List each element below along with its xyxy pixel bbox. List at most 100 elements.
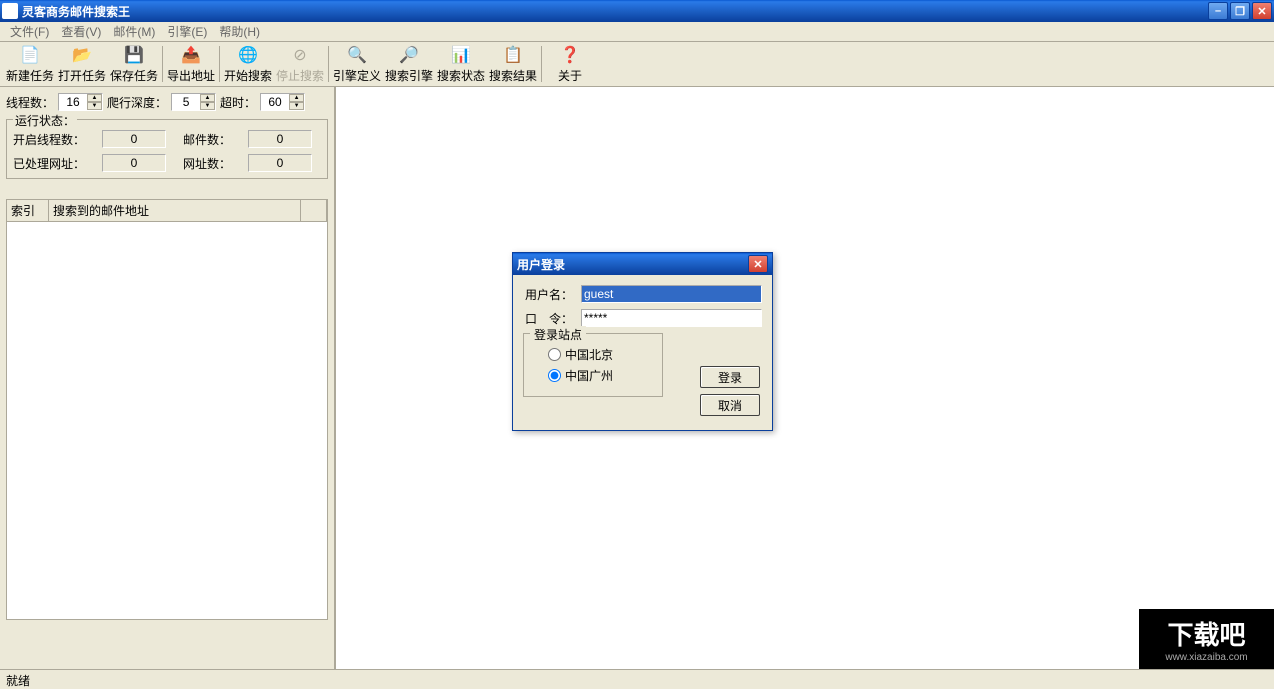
stop-search-label: 停止搜索 [276, 67, 324, 84]
toolbar: 📄 新建任务 📂 打开任务 💾 保存任务 📤 导出地址 🌐 开始搜索 ⊘ 停止搜… [0, 42, 1274, 87]
save-task-label: 保存任务 [110, 67, 158, 84]
timeout-label: 超时： [220, 94, 256, 111]
menu-mail[interactable]: 邮件(M) [107, 21, 161, 42]
save-task-button[interactable]: 💾 保存任务 [108, 43, 160, 85]
site-guangzhou-radio[interactable] [548, 369, 561, 382]
about-label: 关于 [558, 67, 582, 84]
help-icon: ❓ [560, 45, 580, 65]
stop-search-button: ⊘ 停止搜索 [274, 43, 326, 85]
search-status-label: 搜索状态 [437, 67, 485, 84]
threads-input[interactable]: ▲▼ [58, 93, 103, 111]
left-panel: 线程数： ▲▼ 爬行深度： ▲▼ 超时： ▲▼ 运行状态： 开启线程数： 0 邮… [0, 87, 336, 669]
col-extra[interactable] [301, 200, 327, 221]
timeout-input[interactable]: ▲▼ [260, 93, 305, 111]
new-task-label: 新建任务 [6, 67, 54, 84]
status-group: 运行状态： 开启线程数： 0 邮件数： 0 已处理网址： 0 网址数： 0 [6, 119, 328, 179]
cancel-button[interactable]: 取消 [700, 394, 760, 416]
app-icon [2, 3, 18, 19]
status-title: 运行状态： [13, 112, 77, 129]
spin-up-icon[interactable]: ▲ [200, 94, 215, 102]
search-result-button[interactable]: 📋 搜索结果 [487, 43, 539, 85]
watermark-sub: www.xiazaiba.com [1165, 652, 1247, 663]
depth-input[interactable]: ▲▼ [171, 93, 216, 111]
export-icon: 📤 [181, 45, 201, 65]
globe-icon: 🌐 [238, 45, 258, 65]
start-search-button[interactable]: 🌐 开始搜索 [222, 43, 274, 85]
threads-field[interactable] [59, 94, 87, 110]
open-task-icon: 📂 [72, 45, 92, 65]
spin-down-icon[interactable]: ▼ [200, 102, 215, 110]
dialog-close-button[interactable]: ✕ [748, 255, 768, 273]
menu-file[interactable]: 文件(F) [4, 21, 55, 42]
open-task-label: 打开任务 [58, 67, 106, 84]
mail-count-label: 邮件数： [183, 131, 240, 148]
about-button[interactable]: ❓ 关于 [544, 43, 596, 85]
stop-icon: ⊘ [290, 45, 310, 65]
engine-def-button[interactable]: 🔍 引擎定义 [331, 43, 383, 85]
search-engine-button[interactable]: 🔎 搜索引擎 [383, 43, 435, 85]
menu-view[interactable]: 查看(V) [55, 21, 107, 42]
watermark: 下载吧 www.xiazaiba.com [1139, 609, 1274, 669]
search-result-label: 搜索结果 [489, 67, 537, 84]
engine-def-icon: 🔍 [347, 45, 367, 65]
window-title: 灵客商务邮件搜索王 [22, 3, 1208, 20]
export-addr-button[interactable]: 📤 导出地址 [165, 43, 217, 85]
toolbar-separator [162, 46, 163, 82]
minimize-button[interactable]: – [1208, 2, 1228, 20]
list-header: 索引 搜索到的邮件地址 [6, 199, 328, 222]
status-icon: 📊 [451, 45, 471, 65]
login-site-group: 登录站点 中国北京 中国广州 [523, 333, 663, 397]
result-icon: 📋 [503, 45, 523, 65]
new-task-button[interactable]: 📄 新建任务 [4, 43, 56, 85]
url-count-value: 0 [248, 154, 312, 172]
list-body[interactable] [6, 222, 328, 620]
maximize-button[interactable]: ❐ [1230, 2, 1250, 20]
open-task-button[interactable]: 📂 打开任务 [56, 43, 108, 85]
login-dialog: 用户登录 ✕ 用户名： 口 令： 登录站点 中国北京 中国广州 登录 取消 [512, 252, 773, 431]
start-search-label: 开始搜索 [224, 67, 272, 84]
toolbar-separator [328, 46, 329, 82]
status-text: 就绪 [6, 674, 30, 688]
main-content [336, 87, 1274, 669]
timeout-field[interactable] [261, 94, 289, 110]
search-engine-label: 搜索引擎 [385, 67, 433, 84]
password-input[interactable] [581, 309, 762, 327]
main-titlebar: 灵客商务邮件搜索王 – ❐ ✕ [0, 0, 1274, 22]
site-legend: 登录站点 [530, 326, 586, 343]
toolbar-separator [219, 46, 220, 82]
menubar: 文件(F) 查看(V) 邮件(M) 引擎(E) 帮助(H) [0, 22, 1274, 42]
engine-def-label: 引擎定义 [333, 67, 381, 84]
search-engine-icon: 🔎 [399, 45, 419, 65]
spin-down-icon[interactable]: ▼ [87, 102, 102, 110]
new-task-icon: 📄 [20, 45, 40, 65]
statusbar: 就绪 [0, 669, 1274, 687]
spin-down-icon[interactable]: ▼ [289, 102, 304, 110]
login-button[interactable]: 登录 [700, 366, 760, 388]
processed-value: 0 [102, 154, 166, 172]
dialog-title: 用户登录 [517, 256, 748, 273]
site-beijing-label: 中国北京 [565, 346, 613, 363]
depth-label: 爬行深度： [107, 94, 167, 111]
depth-field[interactable] [172, 94, 200, 110]
username-label: 用户名： [523, 286, 573, 303]
site-beijing-radio[interactable] [548, 348, 561, 361]
spin-up-icon[interactable]: ▲ [289, 94, 304, 102]
open-threads-value: 0 [102, 130, 166, 148]
search-status-button[interactable]: 📊 搜索状态 [435, 43, 487, 85]
menu-engine[interactable]: 引擎(E) [161, 21, 213, 42]
close-button[interactable]: ✕ [1252, 2, 1272, 20]
username-input[interactable] [581, 285, 762, 303]
mail-count-value: 0 [248, 130, 312, 148]
password-label: 口 令： [523, 310, 573, 327]
spin-up-icon[interactable]: ▲ [87, 94, 102, 102]
site-guangzhou-label: 中国广州 [565, 367, 613, 384]
export-addr-label: 导出地址 [167, 67, 215, 84]
col-index[interactable]: 索引 [7, 200, 49, 221]
processed-label: 已处理网址： [13, 155, 94, 172]
col-addr[interactable]: 搜索到的邮件地址 [49, 200, 301, 221]
open-threads-label: 开启线程数： [13, 131, 94, 148]
dialog-titlebar[interactable]: 用户登录 ✕ [513, 253, 772, 275]
menu-help[interactable]: 帮助(H) [213, 21, 266, 42]
url-count-label: 网址数： [183, 155, 240, 172]
threads-label: 线程数： [6, 94, 54, 111]
